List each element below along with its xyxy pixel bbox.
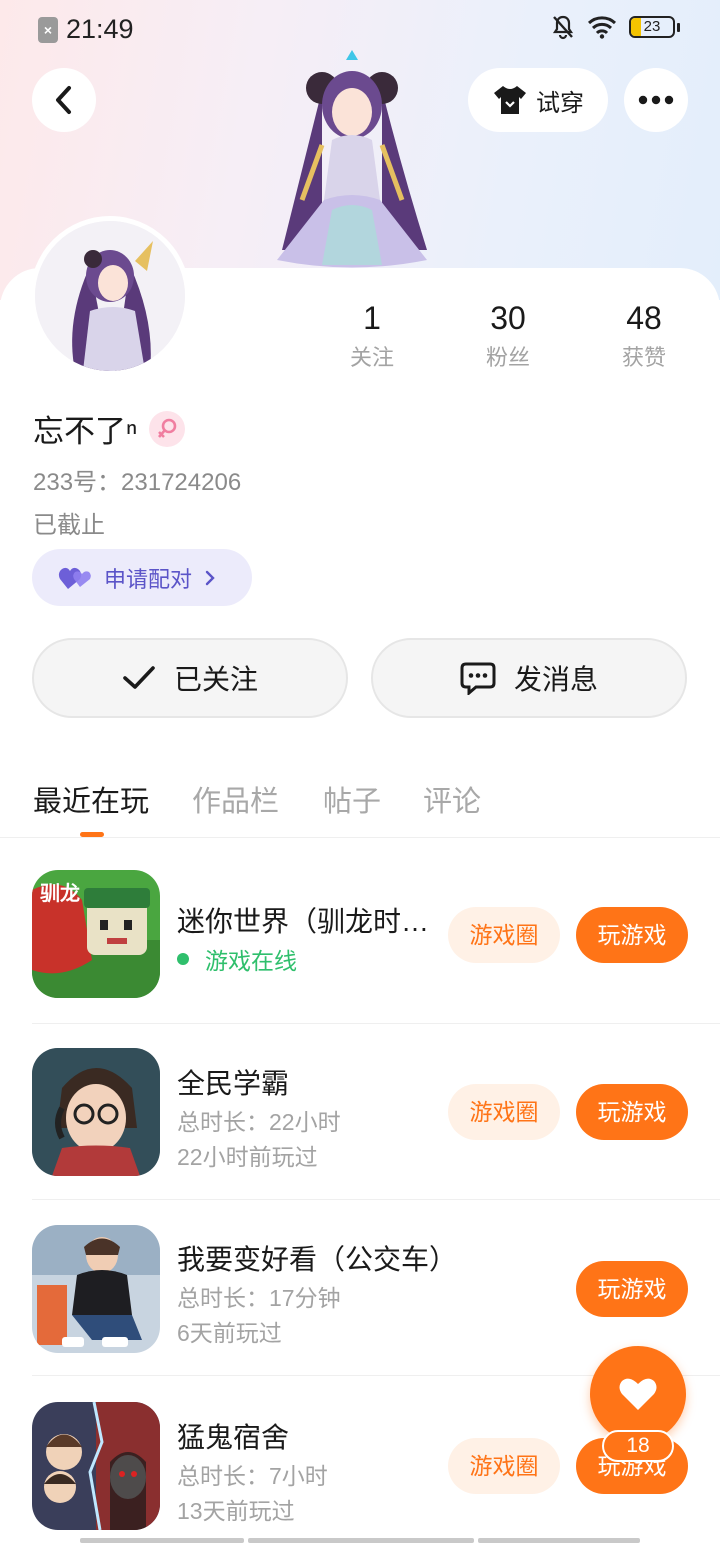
back-button[interactable] [32,68,96,132]
female-gender-icon [149,410,186,447]
game-name: 迷你世界（驯龙时… [177,906,430,937]
try-on-label: 试穿 [536,89,584,117]
send-message-button[interactable]: 发消息 [371,638,687,718]
list-item[interactable]: 驯龙 迷你世界（驯龙时… 游戏在线 游戏圈 玩游戏 [0,848,720,1024]
game-name: 我要变好看（公交车） [177,1244,458,1275]
like-fab-button[interactable] [590,1346,686,1442]
chevron-left-icon [56,86,71,114]
stat-following-value: 1 [363,300,381,336]
list-item[interactable]: 全民学霸 总时长：22小时 22小时前玩过 游戏圈 玩游戏 [0,1024,720,1200]
game-icon [32,1402,160,1530]
game-circle-button[interactable]: 游戏圈 [448,907,560,963]
stat-likes-label: 获赞 [621,345,666,370]
followed-button[interactable]: 已关注 [32,638,348,718]
online-status-label: 游戏在线 [205,948,297,974]
play-game-button[interactable]: 玩游戏 [576,1084,688,1140]
active-tab-indicator [80,832,104,837]
avatar-character-figure [277,50,427,268]
stat-following[interactable]: 1 关注 [312,298,432,372]
profile-tabs: 最近在玩 作品栏 帖子 评论 [0,770,720,838]
double-heart-icon [58,567,91,589]
play-duration: 总时长：7小时 [177,1463,328,1489]
avatar[interactable] [30,216,190,376]
tab-works[interactable]: 作品栏 [192,778,279,820]
bell-off-icon [552,15,574,40]
wifi-icon [587,16,617,39]
game-name: 全民学霸 [177,1068,290,1099]
game-name: 猛鬼宿舍 [177,1422,290,1453]
game-circle-button[interactable]: 游戏圈 [448,1438,560,1494]
stat-followers-value: 30 [490,300,526,336]
play-game-button[interactable]: 玩游戏 [576,907,688,963]
nickname: 忘不了ⁿ [33,414,138,449]
stat-following-label: 关注 [349,345,394,370]
svg-text:驯龙: 驯龙 [40,881,80,905]
chat-bubble-icon [460,662,496,695]
send-message-label: 发消息 [513,664,598,695]
game-circle-button[interactable]: 游戏圈 [448,1084,560,1140]
stat-likes-value: 48 [626,300,662,336]
try-on-button[interactable]: 试穿 [468,68,608,132]
user-id: 233号：231724206 [33,469,242,496]
online-status: 游戏在线 [177,942,297,976]
status-text: 已截止 [33,512,105,539]
status-time: 21:49 [66,14,134,44]
online-dot-icon [177,953,189,965]
like-count-badge: 18 [602,1430,674,1462]
avatar-image [35,221,185,371]
game-icon: 驯龙 [32,870,160,998]
last-played: 22小时前玩过 [177,1144,318,1170]
apply-pair-label: 申请配对 [104,566,193,592]
play-duration: 总时长：22小时 [177,1109,341,1135]
game-icon [32,1225,160,1353]
tab-recently-played[interactable]: 最近在玩 [33,778,149,820]
more-options-button[interactable] [624,68,688,132]
stat-followers[interactable]: 30 粉丝 [448,298,568,372]
heart-icon [619,1378,657,1410]
stat-followers-label: 粉丝 [485,345,530,370]
more-dots-icon [638,95,674,105]
tab-comments[interactable]: 评论 [423,778,481,820]
battery-icon: 23 [629,16,675,38]
tshirt-icon [494,86,526,114]
play-duration: 总时长：17分钟 [177,1285,341,1311]
checkmark-icon [123,666,155,689]
nickname-row: 忘不了ⁿ [33,406,186,451]
chevron-right-icon [205,570,215,585]
battery-level: 23 [643,18,661,35]
stat-likes[interactable]: 48 获赞 [584,298,704,372]
game-icon [32,1048,160,1176]
bottom-indicator [80,1538,244,1543]
apply-pair-button[interactable]: 申请配对 [32,549,252,606]
last-played: 6天前玩过 [177,1320,282,1346]
bottom-indicator [248,1538,474,1543]
last-played: 13天前玩过 [177,1498,295,1524]
bottom-indicator [478,1538,640,1543]
tab-posts[interactable]: 帖子 [323,778,381,820]
followed-label: 已关注 [173,664,258,695]
no-sim-icon: × [38,16,58,43]
list-item[interactable]: 我要变好看（公交车） 总时长：17分钟 6天前玩过 玩游戏 [0,1200,720,1376]
play-game-button[interactable]: 玩游戏 [576,1261,688,1317]
